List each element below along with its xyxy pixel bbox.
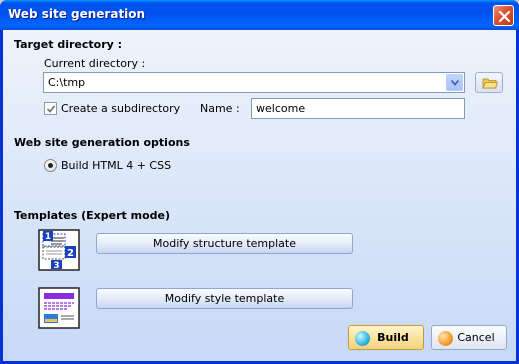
- build-button[interactable]: Build: [348, 325, 424, 350]
- structure-icon-number-2: 2: [67, 248, 74, 259]
- dialog-body: Target directory : Current directory : C…: [3, 30, 516, 361]
- title-bar[interactable]: Web site generation: [0, 0, 519, 30]
- style-template-icon: [38, 287, 80, 329]
- build-html-css-radio[interactable]: [44, 159, 57, 172]
- target-directory-heading: Target directory :: [14, 38, 123, 51]
- close-button[interactable]: [493, 5, 514, 26]
- subdirectory-name-input[interactable]: [251, 98, 465, 119]
- window-title: Web site generation: [8, 7, 146, 21]
- cancel-button-label: Cancel: [457, 331, 495, 344]
- create-subdirectory-label: Create a subdirectory: [61, 102, 181, 115]
- structure-icon-number-3: 3: [53, 261, 59, 271]
- modify-structure-template-button[interactable]: Modify structure template: [96, 233, 353, 254]
- name-label: Name :: [200, 102, 240, 115]
- structure-template-icon: 1 2 3: [38, 229, 80, 271]
- dialog-window: Web site generation Target directory : C…: [0, 0, 519, 364]
- templates-heading: Templates (Expert mode): [14, 209, 170, 222]
- structure-icon-number-1: 1: [45, 232, 51, 242]
- browse-folder-button[interactable]: [475, 72, 503, 93]
- current-directory-value: C:\tmp: [48, 76, 86, 89]
- directory-dropdown-button[interactable]: [446, 74, 463, 91]
- create-subdirectory-checkbox[interactable]: [44, 102, 57, 115]
- current-directory-combo[interactable]: C:\tmp: [43, 72, 465, 93]
- generation-options-heading: Web site generation options: [14, 136, 190, 149]
- build-button-label: Build: [377, 331, 409, 344]
- check-icon: [46, 105, 56, 113]
- build-html-css-label: Build HTML 4 + CSS: [61, 159, 172, 172]
- cancel-button[interactable]: Cancel: [431, 325, 507, 350]
- current-directory-label: Current directory :: [44, 57, 146, 70]
- radio-dot: [48, 163, 53, 168]
- modify-style-template-button[interactable]: Modify style template: [96, 288, 353, 309]
